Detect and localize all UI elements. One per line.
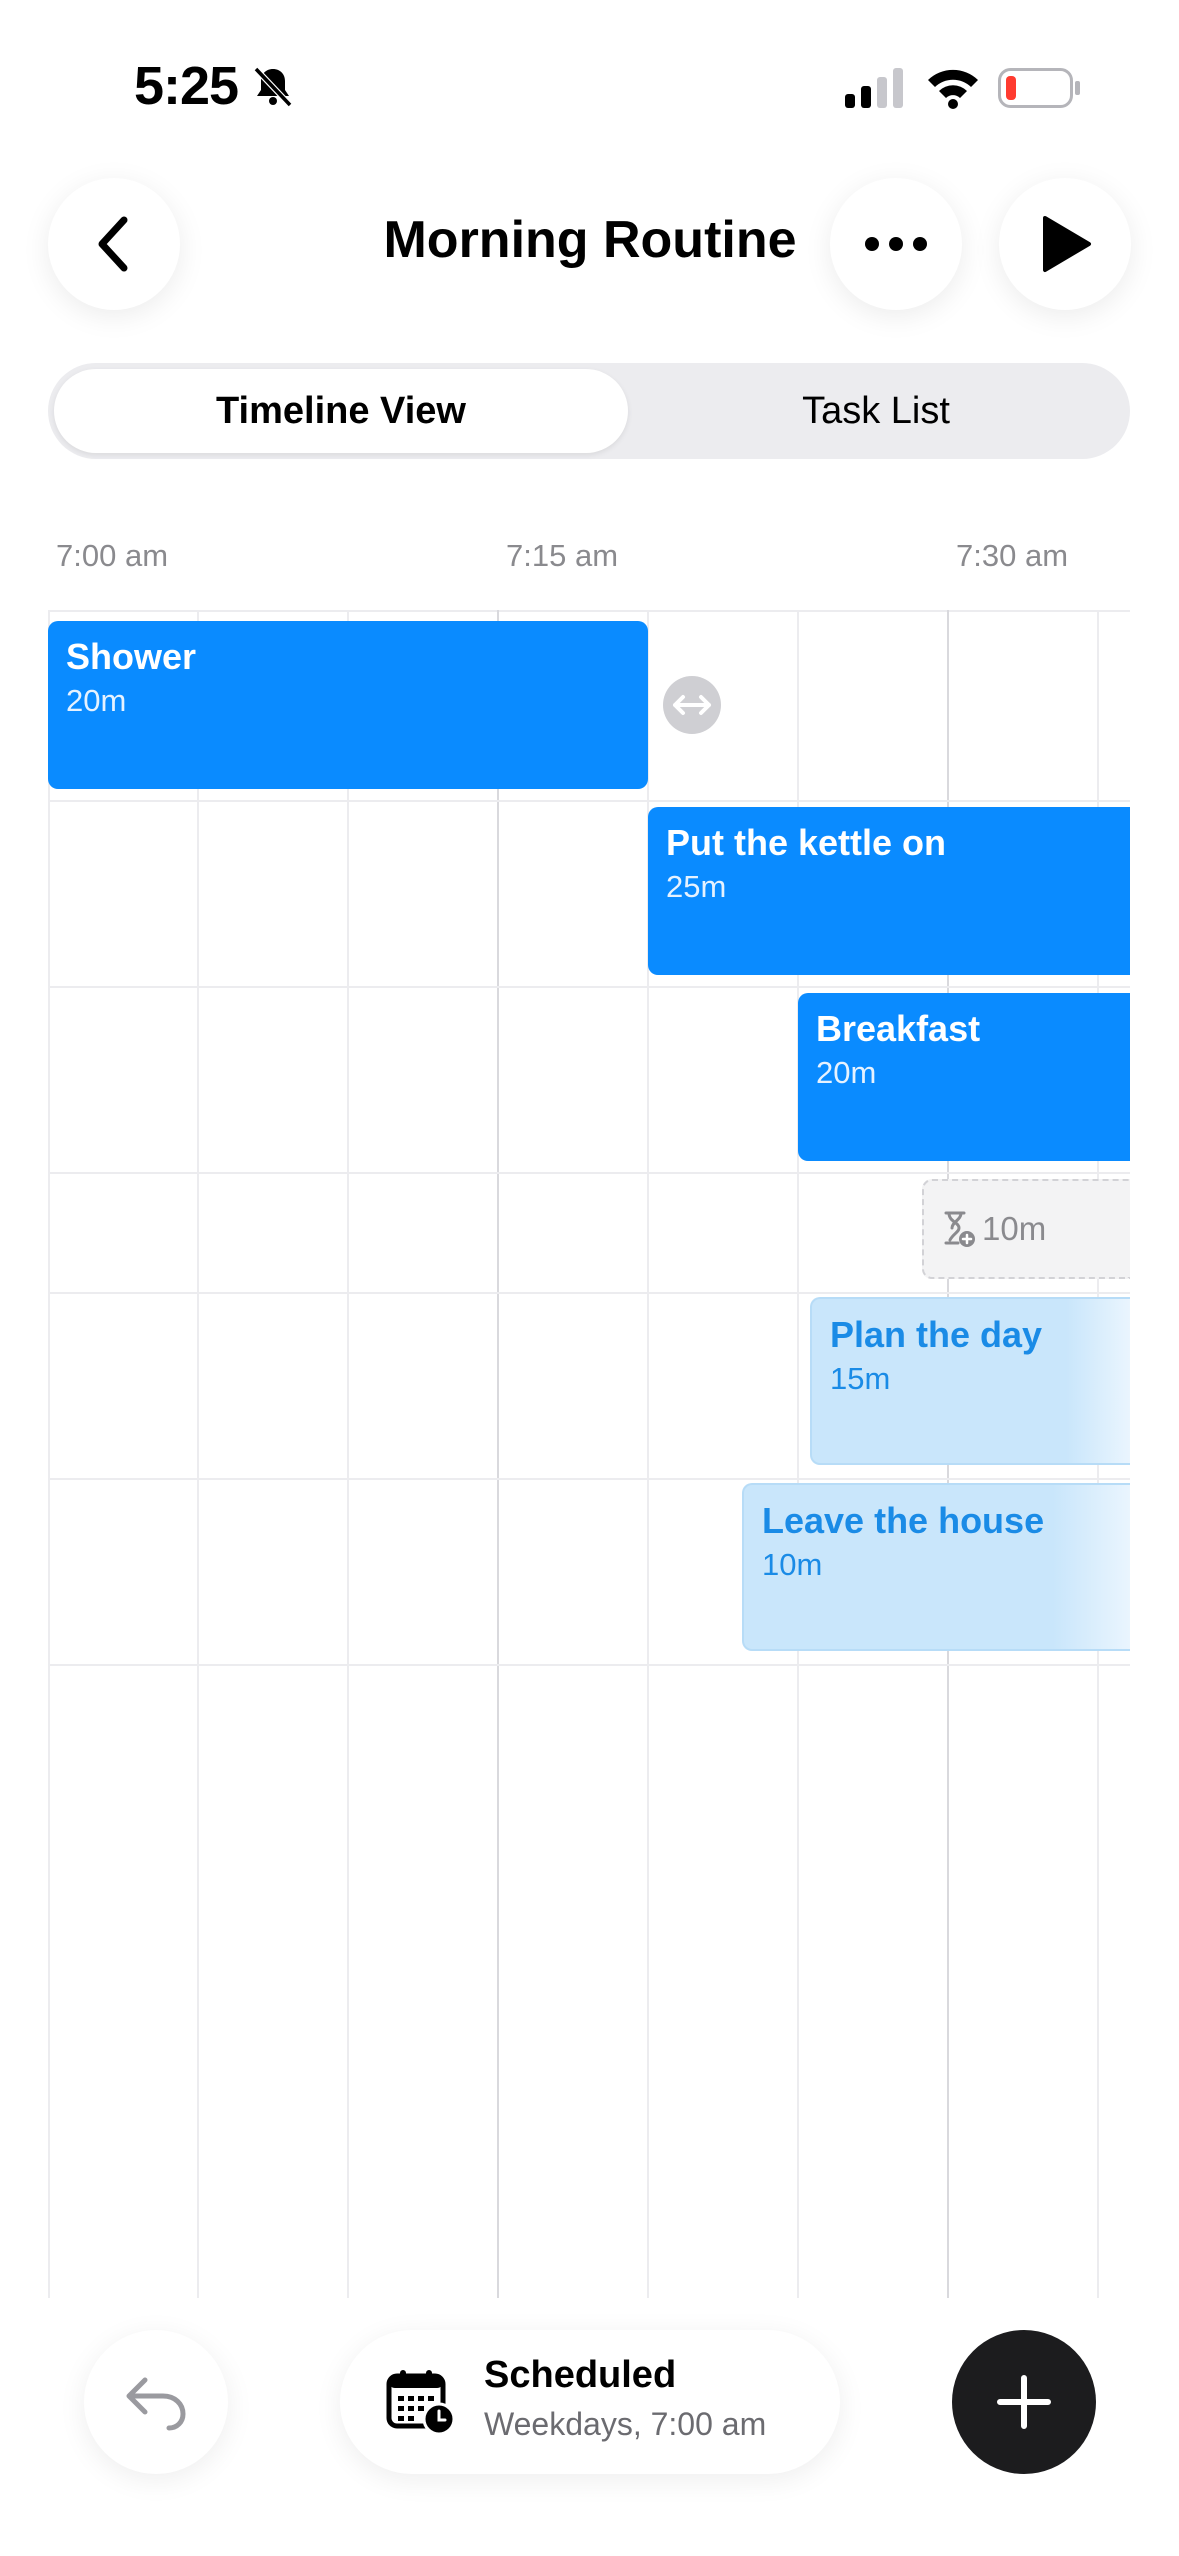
task-name: Leave the house bbox=[762, 1500, 1045, 1541]
back-button[interactable] bbox=[48, 178, 180, 310]
time-label-start: 7:00 am bbox=[56, 538, 169, 573]
schedule-title: Scheduled bbox=[484, 2354, 677, 2396]
time-label-mid: 7:15 am bbox=[506, 538, 619, 573]
task-name: Shower bbox=[66, 636, 197, 677]
hourglass-plus-icon bbox=[944, 1211, 975, 1247]
grid-line bbox=[48, 1664, 1130, 1666]
view-toggle: Timeline View Task List bbox=[48, 363, 1130, 459]
page-title: Morning Routine bbox=[383, 211, 797, 269]
signal-icon bbox=[845, 68, 903, 108]
task-duration: 20m bbox=[66, 683, 127, 718]
grid-line bbox=[48, 610, 50, 2298]
task-duration: 25m bbox=[666, 869, 727, 904]
task-name: Breakfast bbox=[816, 1008, 981, 1049]
grid-line bbox=[347, 610, 349, 2298]
gap-duration: 10m bbox=[982, 1210, 1047, 1247]
grid-line bbox=[497, 610, 499, 2298]
grid-line bbox=[48, 986, 1130, 988]
grid-line bbox=[48, 800, 1130, 802]
task-duration: 20m bbox=[816, 1055, 877, 1090]
arrows-horizontal-icon bbox=[673, 695, 711, 715]
grid-line bbox=[48, 1172, 1130, 1174]
bell-slash-icon bbox=[253, 66, 293, 108]
grid-line bbox=[48, 1292, 1130, 1294]
undo-button[interactable] bbox=[84, 2330, 228, 2474]
task-plan-the-day[interactable]: Plan the day 15m bbox=[810, 1297, 1130, 1465]
grid-line bbox=[48, 610, 1130, 612]
schedule-button[interactable]: Scheduled Weekdays, 7:00 am bbox=[340, 2330, 840, 2474]
more-button[interactable] bbox=[830, 178, 962, 310]
ellipsis-icon bbox=[865, 237, 927, 251]
tab-timeline-view[interactable]: Timeline View bbox=[54, 369, 628, 453]
task-duration: 15m bbox=[830, 1361, 891, 1396]
gap-chip[interactable]: 10m bbox=[922, 1179, 1130, 1279]
calendar-clock-icon bbox=[386, 2370, 456, 2436]
time-label-end: 7:30 am bbox=[956, 538, 1069, 573]
wifi-icon bbox=[928, 69, 978, 109]
battery-icon bbox=[998, 68, 1080, 108]
task-name: Plan the day bbox=[830, 1314, 1043, 1355]
chevron-left-icon bbox=[98, 216, 128, 272]
task-leave-the-house[interactable]: Leave the house 10m bbox=[742, 1483, 1130, 1651]
undo-icon bbox=[126, 2377, 186, 2431]
schedule-subtitle: Weekdays, 7:00 am bbox=[484, 2406, 767, 2442]
task-put-the-kettle-on[interactable]: Put the kettle on 25m bbox=[648, 807, 1130, 975]
task-shower[interactable]: Shower 20m bbox=[48, 621, 648, 789]
plus-icon bbox=[997, 2375, 1051, 2429]
grid-line bbox=[48, 1478, 1130, 1480]
play-button[interactable] bbox=[999, 178, 1131, 310]
status-time: 5:25 bbox=[134, 56, 239, 116]
tab-task-list[interactable]: Task List bbox=[628, 369, 1124, 453]
task-duration: 10m bbox=[762, 1547, 823, 1582]
grid-line bbox=[197, 610, 199, 2298]
play-icon bbox=[1043, 216, 1091, 272]
task-breakfast[interactable]: Breakfast 20m bbox=[798, 993, 1130, 1161]
add-task-button[interactable] bbox=[952, 2330, 1096, 2474]
task-name: Put the kettle on bbox=[666, 822, 947, 863]
resize-handle[interactable] bbox=[663, 676, 721, 734]
